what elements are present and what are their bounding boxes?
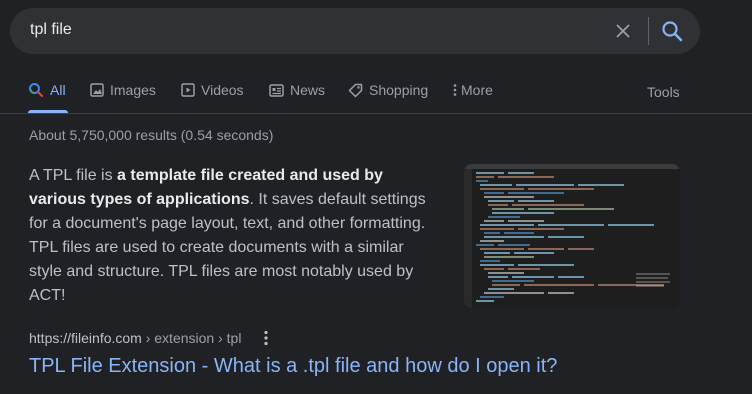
tag-icon — [348, 83, 363, 97]
search-bar[interactable]: tpl file — [10, 8, 700, 54]
tab-images[interactable]: Images — [90, 82, 156, 98]
header-divider — [0, 113, 752, 114]
search-icon — [29, 83, 43, 97]
featured-snippet: A TPL file is a template file created an… — [29, 164, 439, 308]
tools-button[interactable]: Tools — [647, 84, 680, 100]
tab-videos[interactable]: Videos — [181, 82, 244, 98]
result-stats: About 5,750,000 results (0.54 seconds) — [29, 127, 274, 143]
snippet-thumbnail[interactable] — [464, 164, 680, 308]
image-icon — [90, 83, 104, 97]
tab-more[interactable]: More — [452, 82, 493, 98]
result-url[interactable]: https://fileinfo.com › extension › tpl — [29, 330, 241, 346]
video-icon — [181, 83, 195, 97]
search-input[interactable]: tpl file — [30, 21, 72, 39]
code-screenshot-image — [464, 164, 680, 308]
close-icon[interactable] — [614, 22, 632, 40]
tab-shopping[interactable]: Shopping — [348, 82, 428, 98]
more-options-icon[interactable] — [259, 329, 273, 347]
result-title-link[interactable]: TPL File Extension - What is a .tpl file… — [29, 355, 557, 378]
news-icon — [269, 83, 284, 97]
tab-news[interactable]: News — [269, 82, 325, 98]
snippet-text: A TPL file is — [29, 167, 118, 184]
tab-label: News — [290, 82, 326, 98]
search-icon[interactable] — [660, 19, 684, 43]
tab-label: More — [461, 82, 493, 98]
result-path: › extension › tpl — [141, 330, 242, 346]
tab-all[interactable]: All — [28, 82, 66, 98]
result-domain: https://fileinfo.com — [29, 330, 142, 346]
kebab-icon — [453, 84, 457, 96]
tab-label: Images — [110, 82, 156, 98]
search-divider — [648, 17, 649, 45]
tab-label: All — [50, 82, 66, 98]
tab-label: Shopping — [369, 82, 429, 98]
tab-label: Videos — [201, 82, 244, 98]
